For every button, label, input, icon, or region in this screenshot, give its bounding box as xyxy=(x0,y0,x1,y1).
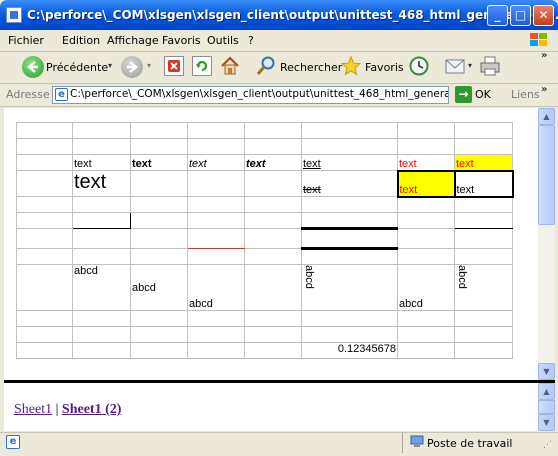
spreadsheet-grid: text text text text text text text text … xyxy=(16,122,514,359)
menu-favoris[interactable]: Favoris xyxy=(162,34,201,47)
ie-app-icon[interactable] xyxy=(6,7,22,23)
spreadsheet-frame[interactable]: text text text text text text text text … xyxy=(4,108,538,380)
tab-sheet1[interactable]: Sheet1 xyxy=(14,402,52,417)
cell-partial-number[interactable]: 0.12345678 xyxy=(301,342,398,359)
cell-left-border[interactable] xyxy=(72,228,131,249)
links-label[interactable]: Liens xyxy=(511,88,540,101)
close-button[interactable]: ✕ xyxy=(533,5,554,26)
cell-align-bottom-2[interactable]: abcd xyxy=(397,264,455,311)
cell-red-bottom-border[interactable] xyxy=(187,228,245,249)
cell-align-bottom[interactable]: abcd xyxy=(187,264,245,311)
sheet-tabs: Sheet1 | Sheet1 (2) xyxy=(14,402,121,418)
refresh-icon[interactable] xyxy=(192,56,212,76)
menu-fichier[interactable]: Fichier xyxy=(8,34,44,47)
cell-bottom-border[interactable] xyxy=(454,212,513,229)
tab-sheet1-2[interactable]: Sheet1 (2) xyxy=(62,402,122,417)
status-divider xyxy=(402,433,403,453)
computer-icon xyxy=(410,435,424,447)
cell-text-underline[interactable]: text xyxy=(301,154,398,171)
cell-text-red[interactable]: text xyxy=(397,154,455,171)
resize-grip-icon[interactable]: ⋰ xyxy=(543,440,552,450)
maximize-button[interactable]: □ xyxy=(510,5,531,26)
address-value[interactable]: C:\perforce\_COM\xlsgen\xlsgen_client\ou… xyxy=(70,88,448,100)
home-icon[interactable] xyxy=(219,55,241,77)
scroll-thumb[interactable] xyxy=(538,125,555,225)
menu-help[interactable]: ? xyxy=(248,34,254,47)
tab-separator: | xyxy=(55,402,59,417)
scroll-down-icon[interactable]: ▼ xyxy=(538,363,555,380)
minimize-button[interactable]: _ xyxy=(487,5,508,26)
window-title: C:\perforce\_COM\xlsgen\xlsgen_client\ou… xyxy=(27,8,558,22)
forward-arrow-icon[interactable] xyxy=(121,56,143,78)
cell-text-bold[interactable]: text xyxy=(130,154,188,171)
cell-text-bold-italic[interactable]: text xyxy=(244,154,302,171)
links-chevron-icon[interactable]: » xyxy=(541,84,547,95)
cell-text-large[interactable]: text xyxy=(72,170,131,197)
cell-text-italic[interactable]: text xyxy=(187,154,245,171)
search-icon[interactable] xyxy=(255,55,277,77)
go-button[interactable]: OK xyxy=(475,88,491,101)
tabs-scroll-up-icon[interactable]: ▲ xyxy=(538,383,555,400)
cell-thin-box-border[interactable] xyxy=(72,212,131,229)
cell-text-red-on-yellow[interactable]: text xyxy=(454,154,513,171)
grid-cell[interactable] xyxy=(16,122,73,139)
cell-text-yellow-fill-boxed[interactable]: text xyxy=(396,169,456,198)
menu-outils[interactable]: Outils xyxy=(207,34,239,47)
tabs-scroll-down-icon[interactable]: ▼ xyxy=(538,414,555,431)
cell-text-boxed[interactable]: text xyxy=(453,169,514,198)
cell-align-top[interactable]: abcd xyxy=(72,264,131,311)
menu-affichage[interactable]: Affichage xyxy=(107,34,159,47)
page-ie-icon: e xyxy=(55,88,68,101)
status-page-icon: e xyxy=(6,435,20,449)
cell-top-border[interactable] xyxy=(187,212,245,229)
back-dropdown-icon[interactable]: ▾ xyxy=(108,61,112,70)
cell-rotated-text[interactable]: abcd xyxy=(301,264,398,311)
menu-edition[interactable]: Edition xyxy=(62,34,100,47)
toolbar-overflow-chevron-icon[interactable]: » xyxy=(541,50,547,61)
cell-align-middle[interactable]: abcd xyxy=(130,264,188,311)
rotated-text: abcd xyxy=(303,265,315,289)
mail-icon[interactable] xyxy=(444,56,468,76)
back-arrow-icon[interactable] xyxy=(22,56,44,78)
windows-logo-icon xyxy=(530,33,547,46)
stop-icon[interactable] xyxy=(164,56,184,76)
cell-thick-borders[interactable] xyxy=(301,227,398,250)
cell-rotated-text-2[interactable]: abcd xyxy=(454,264,513,311)
tabs-scrollbar[interactable]: ▲ ▼ xyxy=(538,383,555,431)
print-icon[interactable] xyxy=(478,55,502,77)
favorites-button[interactable]: Favoris xyxy=(365,61,404,74)
forward-dropdown-icon[interactable]: ▾ xyxy=(147,61,151,70)
tabs-scroll-thumb[interactable] xyxy=(538,400,555,414)
vertical-scrollbar[interactable]: ▲ ▼ xyxy=(538,108,555,380)
cell-text-normal[interactable]: text xyxy=(72,154,131,171)
scroll-up-icon[interactable]: ▲ xyxy=(538,108,555,125)
go-arrow-icon[interactable]: → xyxy=(455,86,472,103)
status-zone: Poste de travail xyxy=(427,437,513,450)
rotated-text: abcd xyxy=(456,265,468,289)
address-label: Adresse xyxy=(6,88,50,101)
star-favorites-icon[interactable] xyxy=(340,55,362,77)
search-button[interactable]: Rechercher xyxy=(280,61,342,74)
back-button[interactable]: Précédente xyxy=(46,61,108,74)
cell-text-strikethrough[interactable]: text xyxy=(301,170,398,197)
mail-dropdown-icon[interactable]: ▾ xyxy=(468,61,472,70)
history-icon[interactable] xyxy=(408,55,430,77)
